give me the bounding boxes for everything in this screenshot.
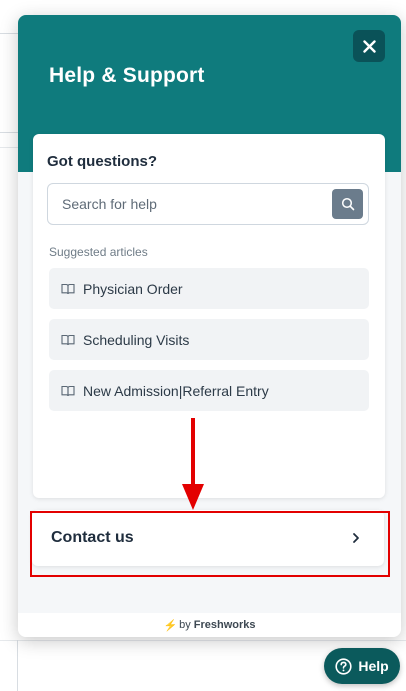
article-physician-order[interactable]: Physician Order — [49, 268, 369, 309]
footer-prefix: by — [179, 619, 191, 631]
article-label: Scheduling Visits — [83, 331, 190, 348]
close-button[interactable] — [353, 30, 385, 62]
questions-card: Got questions? Suggested articles Physic… — [33, 134, 385, 498]
close-icon — [362, 39, 376, 53]
article-label: Physician Order — [83, 280, 183, 297]
help-widget: Help & Support Got questions? Suggested … — [18, 15, 401, 637]
contact-us-button[interactable]: Contact us — [32, 510, 384, 566]
book-icon — [61, 385, 75, 397]
search-button[interactable] — [332, 189, 363, 219]
footer-brand[interactable]: Freshworks — [194, 619, 256, 631]
powered-by-footer: ⚡ by Freshworks — [18, 613, 401, 637]
help-launcher-label: Help — [358, 658, 389, 674]
question-circle-icon — [335, 657, 352, 675]
widget-title: Help & Support — [49, 64, 205, 87]
search-box — [47, 183, 369, 225]
article-scheduling-visits[interactable]: Scheduling Visits — [49, 319, 369, 360]
host-divider — [0, 640, 406, 641]
help-launcher-button[interactable]: Help — [324, 648, 400, 684]
host-divider — [0, 33, 18, 34]
article-new-admission-referral-entry[interactable]: New Admission|Referral Entry — [49, 370, 369, 411]
search-input[interactable] — [48, 184, 328, 224]
suggested-articles-label: Suggested articles — [49, 245, 148, 259]
host-divider — [0, 147, 18, 148]
contact-us-label: Contact us — [51, 529, 134, 546]
host-divider — [17, 640, 18, 691]
host-divider — [0, 132, 18, 133]
article-label: New Admission|Referral Entry — [83, 382, 269, 399]
search-icon — [341, 197, 354, 211]
card-title: Got questions? — [47, 153, 157, 170]
book-icon — [61, 334, 75, 346]
chevron-right-icon — [353, 533, 359, 543]
bolt-icon: ⚡ — [163, 619, 178, 632]
book-icon — [61, 283, 75, 295]
